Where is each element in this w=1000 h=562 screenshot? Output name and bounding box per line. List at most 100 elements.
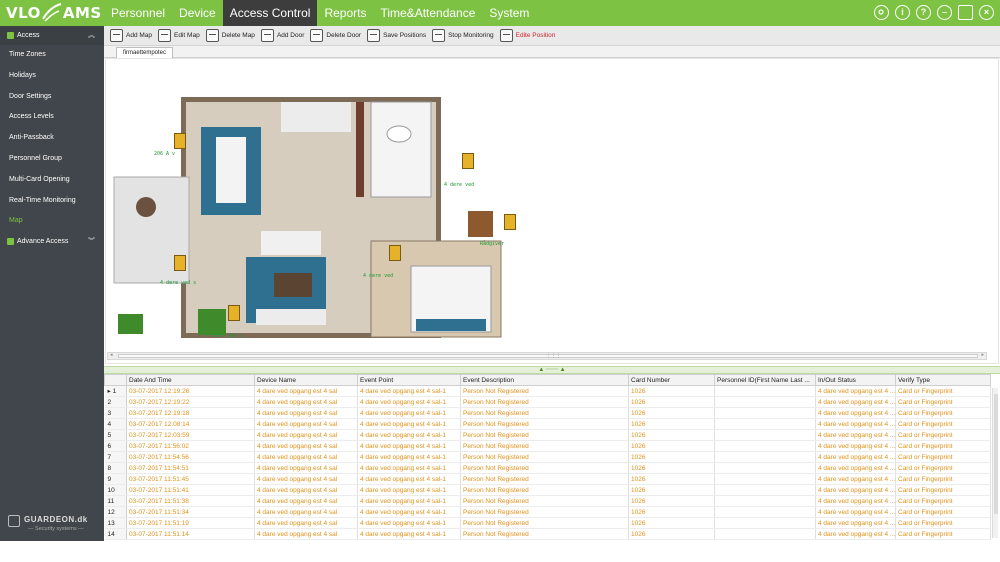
close-icon[interactable]: × [979,5,994,20]
map-canvas[interactable]: 206 A v 4 dere ved Rådgiver 4 dere ved 4… [105,58,999,364]
table-row[interactable]: 14 03-07-2017 11:51:14 4 dare ved opgang e… [104,528,991,540]
nav-item-system[interactable]: System [482,0,536,26]
delete-door-icon [310,29,324,42]
date-cell: 03-07-2017 11:54:51 [126,462,255,474]
personnel-id-cell [714,484,816,496]
personnel-id-cell [714,385,816,397]
save-positions-button[interactable]: Save Positions [367,29,426,42]
sidebar-item-anti-passback[interactable]: Anti-Passback [0,128,104,149]
in-out-status-cell: 4 dare ved opgang est 4 ... [815,418,896,430]
nav-item-reports[interactable]: Reports [317,0,373,26]
settings-icon[interactable] [874,5,889,20]
minimize-icon[interactable]: – [937,5,952,20]
table-row[interactable]: 10 03-07-2017 11:51:41 4 dare ved opgang e… [104,484,991,496]
scroll-left-icon[interactable]: ◂ [110,352,113,358]
table-row[interactable]: ▸ 1 03-07-2017 12:19:26 4 dare ved opgang … [104,385,991,397]
panel-splitter[interactable]: ▲ ⋯⋯ ▲ [104,366,1000,374]
door-icon [504,214,516,230]
door-marker[interactable]: 4 dare ved s [206,305,242,339]
nav-item-access-control[interactable]: Access Control [222,0,318,26]
edit-map-icon [158,29,172,42]
in-out-status-cell: 4 dare ved opgang est 4 ... [815,506,896,518]
table-row[interactable]: 12 03-07-2017 11:51:34 4 dare ved opgang e… [104,506,991,518]
table-row[interactable]: 8 03-07-2017 11:54:51 4 dare ved opgang es… [104,462,991,474]
table-row[interactable]: 6 03-07-2017 11:56:02 4 dare ved opgang es… [104,440,991,452]
event-description-cell: Person Not Registered [460,473,629,485]
nav-item-time-attendance[interactable]: Time&Attendance [373,0,482,26]
column-header-verify-type[interactable]: Verify Type [895,374,991,386]
add-map-button[interactable]: Add Map [110,29,152,42]
device-name-cell: 4 dare ved opgang est 4 sal [254,528,358,540]
door-marker[interactable]: 4 dere ved [363,245,401,279]
table-row[interactable]: 3 03-07-2017 12:19:18 4 dare ved opgang es… [104,407,991,419]
in-out-status-cell: 4 dare ved opgang est 4 ... [815,407,896,419]
column-header-event-description[interactable]: Event Description [460,374,629,386]
table-row[interactable]: 2 03-07-2017 12:19:22 4 dare ved opgang es… [104,396,991,408]
collapse-chevron-icon[interactable]: ︽ [88,30,95,40]
map-toolbar: Add Map Edit Map Delete Map Add Door Delete … [104,26,1000,46]
window-controls: i ? – × [874,5,994,20]
card-number-cell: 1026 [628,528,715,540]
in-out-status-cell: 4 dare ved opgang est 4 ... [815,396,896,408]
events-vertical-scrollbar[interactable] [992,388,998,538]
column-header-device-name[interactable]: Device Name [254,374,358,386]
sidebar-item-door-settings[interactable]: Door Settings [0,87,104,108]
door-marker[interactable]: Rådgiver [480,214,516,247]
door-marker[interactable]: 206 A v [154,133,186,157]
sidebar-section-advance[interactable]: Advance Access ︾ [0,232,104,252]
map-horizontal-scrollbar[interactable]: ◂ ⋮⋮⋮ ▸ [107,352,987,360]
nav-item-personnel[interactable]: Personnel [104,0,172,26]
sidebar-item-time-zones[interactable]: Time Zones [0,45,104,66]
maximize-icon[interactable] [958,5,973,20]
table-row[interactable]: 4 03-07-2017 12:08:14 4 dare ved opgang es… [104,418,991,430]
delete-map-button[interactable]: Delete Map [205,29,255,42]
add-door-button[interactable]: Add Door [260,29,304,42]
event-point-cell: 4 dare ved opgang est 4 sal-1 [357,517,461,529]
edit-map-button[interactable]: Edit Map [158,29,200,42]
date-cell: 03-07-2017 11:56:02 [126,440,255,452]
door-marker[interactable]: 4 dere ved [444,153,474,188]
sidebar-item-personnel-group[interactable]: Personnel Group [0,149,104,170]
info-icon[interactable]: i [895,5,910,20]
card-number-cell: 1026 [628,429,715,441]
expand-chevron-icon[interactable]: ︾ [88,236,95,246]
sidebar: Access ︽ Time Zones Holidays Door Settings… [0,26,104,541]
table-row[interactable]: 11 03-07-2017 11:51:38 4 dare ved opgang e… [104,495,991,507]
tab-map[interactable]: firmaettempotec [116,47,174,58]
table-row[interactable]: 7 03-07-2017 11:54:56 4 dare ved opgang es… [104,451,991,463]
column-header-in-out-status[interactable]: In/Out Status [815,374,896,386]
date-cell: 03-07-2017 11:51:45 [126,473,255,485]
column-header-event-point[interactable]: Event Point [357,374,461,386]
event-description-cell: Person Not Registered [460,517,629,529]
verify-type-cell: Card or Fingerprint [895,528,991,540]
company-name: GUARDEON.dk [24,515,88,524]
column-header-personnel-id-first-name-last[interactable]: Personnel ID(First Name Last ... [714,374,816,386]
sidebar-item-map[interactable]: Map [0,211,104,232]
help-icon[interactable]: ? [916,5,931,20]
column-header-card-number[interactable]: Card Number [628,374,715,386]
sidebar-item-real-time-monitoring[interactable]: Real-Time Monitoring [0,191,104,212]
sidebar-item-holidays[interactable]: Holidays [0,66,104,87]
sidebar-item-access-levels[interactable]: Access Levels [0,107,104,128]
door-label: Rådgiver [480,241,505,247]
delete-door-button[interactable]: Delete Door [310,29,361,42]
scroll-right-icon[interactable]: ▸ [981,352,984,358]
personnel-id-cell [714,418,816,430]
table-row[interactable]: 9 03-07-2017 11:51:45 4 dare ved opgang es… [104,473,991,485]
table-row[interactable]: 5 03-07-2017 12:03:59 4 dare ved opgang es… [104,429,991,441]
table-row[interactable]: 13 03-07-2017 11:51:19 4 dare ved opgang e… [104,517,991,529]
door-label: 4 dere ved s [160,280,197,286]
delete-map-label: Delete Map [221,32,255,39]
scrollbar-thumb[interactable] [994,394,998,514]
door-marker[interactable]: 4 dere ved s [160,255,196,286]
column-header-date-and-time[interactable]: Date And Time [126,374,255,386]
verify-type-cell: Card or Fingerprint [895,473,991,485]
sidebar-section-access[interactable]: Access ︽ [0,26,104,45]
edite-position-button[interactable]: Edite Position [499,29,555,42]
event-description-cell: Person Not Registered [460,484,629,496]
personnel-id-cell [714,429,816,441]
sidebar-item-multi-card-opening[interactable]: Multi-Card Opening [0,170,104,191]
nav-item-device[interactable]: Device [172,0,223,26]
row-number: 10 [104,484,127,496]
stop-monitoring-button[interactable]: Stop Monitoring [432,29,494,42]
